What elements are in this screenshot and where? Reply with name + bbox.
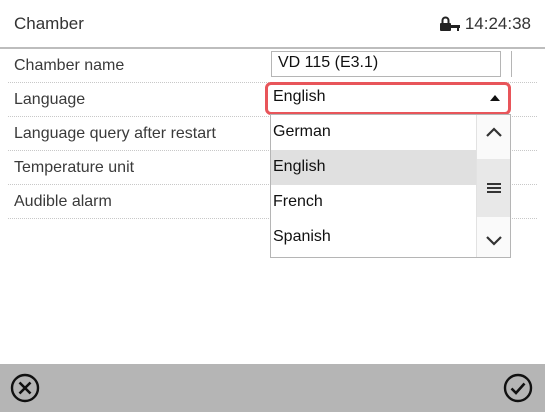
name-field-divider [511, 51, 512, 77]
scroll-down-button[interactable] [477, 224, 510, 257]
scroll-up-button[interactable] [477, 115, 510, 148]
cancel-circle-icon [10, 373, 40, 403]
chevron-down-icon [485, 235, 502, 246]
dropdown-option-german[interactable]: German [271, 115, 478, 150]
chamber-name-field[interactable]: VD 115 (E3.1) [271, 51, 501, 77]
confirm-check-icon [503, 373, 533, 403]
lock-icon [439, 16, 460, 31]
dropdown-option-french[interactable]: French [271, 185, 478, 220]
audible-alarm-label: Audible alarm [14, 193, 112, 210]
status-area: 14:24:38 [439, 14, 531, 34]
confirm-button[interactable] [502, 372, 534, 404]
drag-handle-icon [486, 183, 501, 193]
language-query-label: Language query after restart [14, 125, 216, 142]
dropdown-option-spanish[interactable]: Spanish [271, 220, 478, 255]
clock-time: 14:24:38 [464, 14, 531, 33]
settings-screen: Chamber 14:24:38 Chamber name VD 115 (E3… [0, 0, 545, 412]
page-title: Chamber [14, 14, 84, 33]
temperature-unit-label: Temperature unit [14, 159, 135, 176]
chevron-up-icon [485, 126, 502, 137]
language-select-value: English [273, 88, 326, 105]
dropdown-option-english[interactable]: English [271, 150, 478, 185]
language-select[interactable]: English [265, 82, 511, 115]
language-dropdown-list: German English French Spanish [270, 114, 511, 258]
language-label: Language [14, 91, 86, 108]
footer-bar [0, 364, 545, 412]
caret-up-icon [490, 95, 500, 101]
scroll-thumb[interactable] [477, 159, 510, 217]
cancel-button[interactable] [9, 372, 41, 404]
dropdown-scrollbar[interactable] [476, 115, 510, 257]
title-bar: Chamber 14:24:38 [0, 0, 545, 49]
chamber-name-label: Chamber name [14, 57, 125, 74]
